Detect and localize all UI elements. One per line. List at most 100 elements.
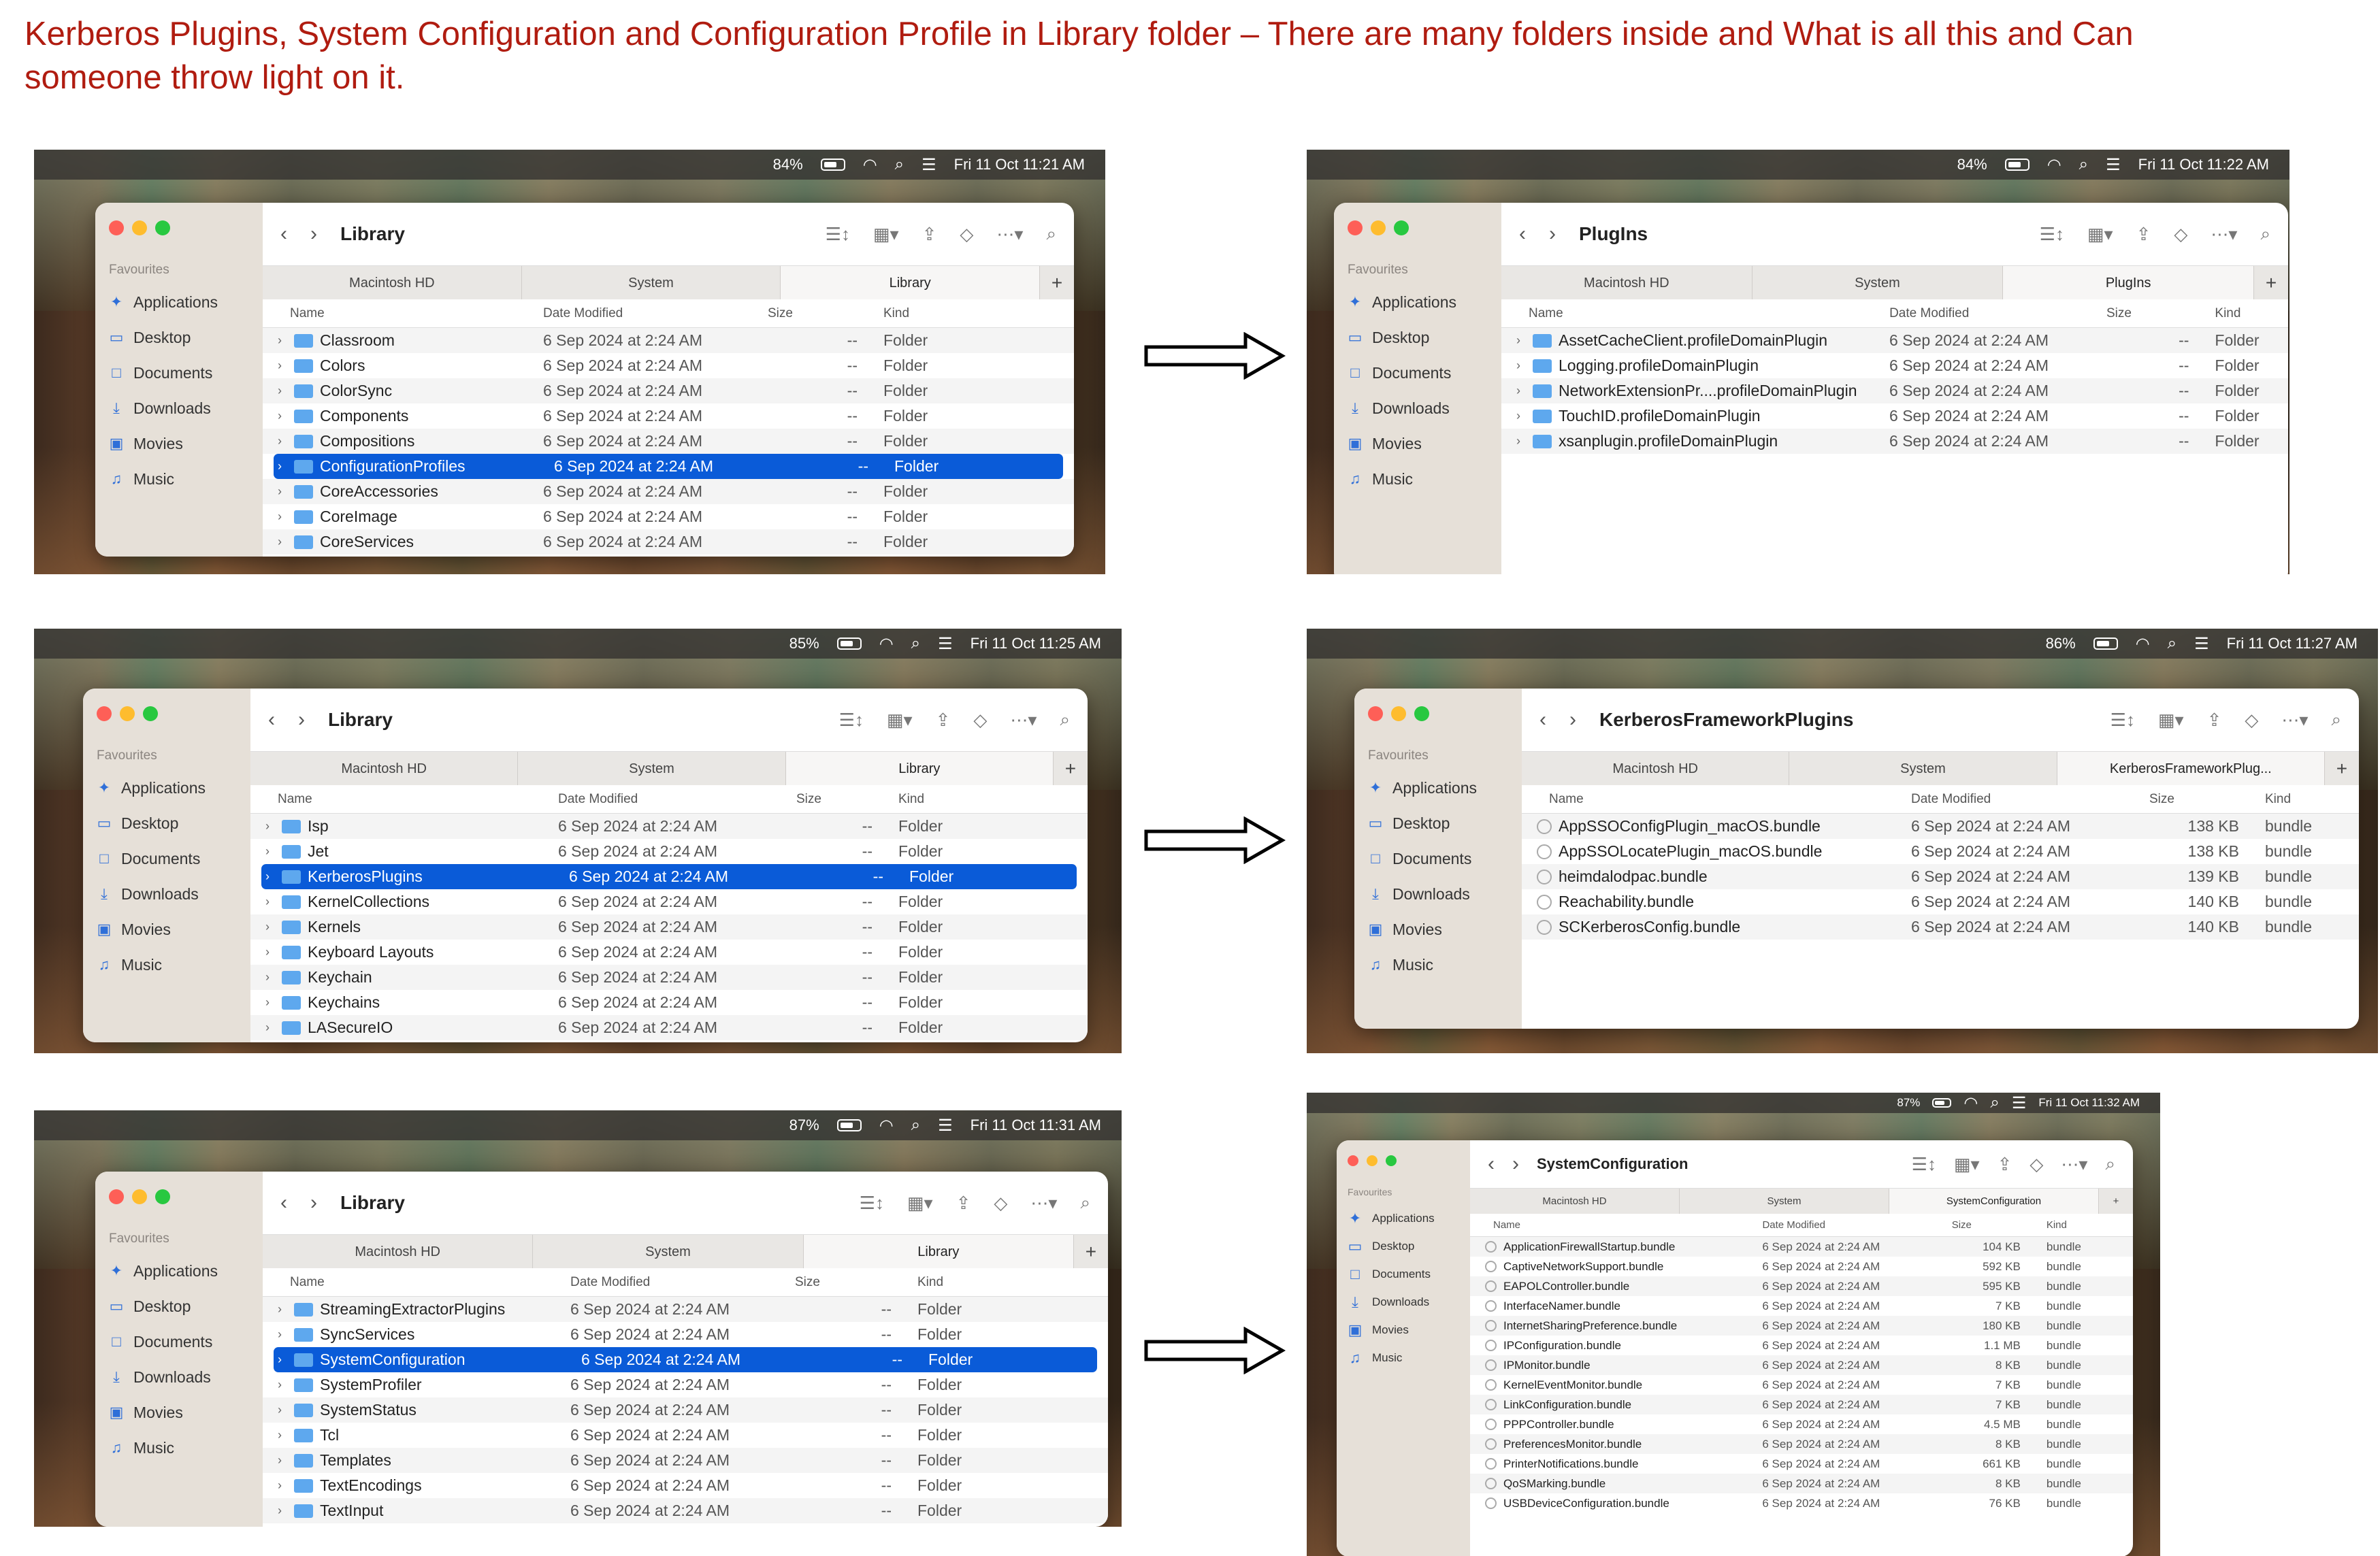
file-row[interactable]: › CoreServices 6 Sep 2024 at 2:24 AM -- Fold…	[263, 529, 1074, 554]
wifi-icon[interactable]: ◠	[1963, 1093, 1978, 1113]
column-kind[interactable]: Kind	[890, 792, 1013, 807]
file-row[interactable]: USBDeviceConfiguration.bundle 6 Sep 2024 …	[1470, 1493, 2133, 1513]
disclosure-chevron-icon[interactable]: ›	[278, 484, 287, 499]
file-row[interactable]: › SystemConfiguration 6 Sep 2024 at 2:24 A…	[274, 1347, 1097, 1372]
sidebar-item-applications[interactable]: ✦ Applications	[1348, 1204, 1459, 1232]
battery-icon[interactable]	[836, 1119, 862, 1131]
menu-bar-clock[interactable]: Fri 11 Oct 11:21 AM	[954, 156, 1085, 173]
new-tab-button[interactable]: +	[1054, 752, 1088, 785]
list-view-icon[interactable]: ☰↕	[2110, 710, 2135, 731]
back-button[interactable]: ‹	[268, 708, 275, 731]
file-row[interactable]: › TouchID.profileDomainPlugin 6 Sep 2024 a…	[1501, 403, 2288, 429]
tab-library[interactable]: Library	[781, 266, 1041, 299]
tab-macintosh-hd[interactable]: Macintosh HD	[263, 1235, 534, 1268]
file-row[interactable]: › SystemStatus 6 Sep 2024 at 2:24 AM -- Fold…	[263, 1397, 1108, 1423]
minimize-window-button[interactable]	[132, 220, 147, 235]
column-kind[interactable]: Kind	[2206, 306, 2288, 321]
wifi-icon[interactable]: ◠	[863, 155, 877, 175]
search-icon[interactable]: ⌕	[1080, 1192, 1090, 1214]
file-row[interactable]: QoSMarking.bundle 6 Sep 2024 at 2:24 AM 8 …	[1470, 1474, 2133, 1493]
sidebar-item-downloads[interactable]: ⤓ Downloads	[109, 391, 249, 426]
disclosure-chevron-icon[interactable]: ›	[265, 844, 275, 859]
sidebar-item-desktop[interactable]: ▭ Desktop	[1348, 320, 1488, 355]
file-row[interactable]: › Colors 6 Sep 2024 at 2:24 AM -- Folder	[263, 353, 1074, 378]
zoom-window-button[interactable]	[1394, 220, 1409, 235]
column-kind[interactable]: Kind	[2257, 792, 2338, 807]
column-name[interactable]: Name	[1470, 1219, 1754, 1231]
tab-macintosh-hd[interactable]: Macintosh HD	[1522, 752, 1790, 785]
tab-macintosh-hd[interactable]: Macintosh HD	[1501, 266, 1753, 299]
disclosure-chevron-icon[interactable]: ›	[1516, 359, 1526, 373]
menu-bar-clock[interactable]: Fri 11 Oct 11:27 AM	[2227, 635, 2358, 652]
disclosure-chevron-icon[interactable]: ›	[278, 1478, 287, 1493]
tag-icon[interactable]: ◇	[2029, 1154, 2043, 1175]
menu-bar-clock[interactable]: Fri 11 Oct 11:31 AM	[971, 1116, 1101, 1134]
file-row[interactable]: › TextEncodings 6 Sep 2024 at 2:24 AM -- Fol…	[263, 1473, 1108, 1498]
group-icon[interactable]: ▦▾	[2158, 710, 2184, 731]
list-view-icon[interactable]: ☰↕	[1912, 1154, 1936, 1175]
sidebar-item-movies[interactable]: ▣ Movies	[97, 912, 237, 947]
share-icon[interactable]: ⇪	[936, 710, 951, 731]
file-row[interactable]: AppSSOConfigPlugin_macOS.bundle 6 Sep 202…	[1522, 814, 2359, 839]
sidebar-item-desktop[interactable]: ▭ Desktop	[109, 1289, 249, 1324]
more-actions-icon[interactable]: ⋯▾	[996, 224, 1023, 245]
file-row[interactable]: › xsanplugin.profileDomainPlugin 6 Sep 202…	[1501, 429, 2288, 454]
new-tab-button[interactable]: +	[2254, 266, 2288, 299]
more-actions-icon[interactable]: ⋯▾	[1030, 1193, 1057, 1214]
close-window-button[interactable]	[1368, 706, 1383, 721]
disclosure-chevron-icon[interactable]: ›	[278, 459, 287, 474]
sidebar-item-movies[interactable]: ▣ Movies	[109, 1395, 249, 1430]
sidebar-item-desktop[interactable]: ▭ Desktop	[97, 806, 237, 841]
share-icon[interactable]: ⇪	[2207, 710, 2222, 731]
file-row[interactable]: › CoreAccessories 6 Sep 2024 at 2:24 AM -- F…	[263, 479, 1074, 504]
battery-icon[interactable]	[1932, 1098, 1952, 1108]
disclosure-chevron-icon[interactable]: ›	[278, 1327, 287, 1342]
group-icon[interactable]: ▦▾	[907, 1193, 933, 1214]
sidebar-item-documents[interactable]: □ Documents	[97, 841, 237, 876]
file-row[interactable]: ApplicationFirewallStartup.bundle 6 Sep 2…	[1470, 1237, 2133, 1257]
tab-library[interactable]: Library	[803, 1235, 1074, 1268]
forward-button[interactable]: ›	[1569, 708, 1576, 731]
sidebar-item-desktop[interactable]: ▭ Desktop	[1348, 1232, 1459, 1260]
spotlight-search-icon[interactable]: ⌕	[911, 634, 920, 653]
disclosure-chevron-icon[interactable]: ›	[278, 434, 287, 448]
sidebar-item-music[interactable]: ♫ Music	[1348, 1344, 1459, 1372]
control-center-icon[interactable]: ☰	[2194, 634, 2209, 654]
sidebar-item-music[interactable]: ♫ Music	[109, 1430, 249, 1466]
control-center-icon[interactable]: ☰	[938, 634, 953, 654]
file-row[interactable]: PPPController.bundle 6 Sep 2024 at 2:24 A…	[1470, 1414, 2133, 1434]
share-icon[interactable]: ⇪	[922, 224, 937, 245]
column-name[interactable]: Name	[1501, 306, 1881, 321]
file-row[interactable]: AppSSOLocatePlugin_macOS.bundle 6 Sep 202…	[1522, 839, 2359, 864]
sidebar-item-downloads[interactable]: ⤓ Downloads	[109, 1359, 249, 1395]
tab-system[interactable]: System	[1753, 266, 2004, 299]
file-row[interactable]: IPMonitor.bundle 6 Sep 2024 at 2:24 AM 8 K…	[1470, 1355, 2133, 1375]
back-button[interactable]: ‹	[280, 1191, 287, 1214]
zoom-window-button[interactable]	[1386, 1155, 1397, 1166]
file-row[interactable]: › SystemProfiler 6 Sep 2024 at 2:24 AM -- Fo…	[263, 1372, 1108, 1397]
list-view-icon[interactable]: ☰↕	[860, 1193, 884, 1214]
search-icon[interactable]: ⌕	[1060, 709, 1070, 731]
file-row[interactable]: LinkConfiguration.bundle 6 Sep 2024 at 2:…	[1470, 1395, 2133, 1414]
file-row[interactable]: PrinterNotifications.bundle 6 Sep 2024 at…	[1470, 1454, 2133, 1474]
file-row[interactable]: › Keychain 6 Sep 2024 at 2:24 AM -- Folder	[250, 965, 1088, 990]
new-tab-button[interactable]: +	[1040, 266, 1074, 299]
search-icon[interactable]: ⌕	[2331, 709, 2341, 731]
disclosure-chevron-icon[interactable]: ›	[278, 1302, 287, 1317]
sidebar-item-applications[interactable]: ✦ Applications	[1348, 284, 1488, 320]
column-size[interactable]: Size	[2098, 306, 2206, 321]
sidebar-item-movies[interactable]: ▣ Movies	[1348, 426, 1488, 461]
sidebar-item-downloads[interactable]: ⤓ Downloads	[1348, 391, 1488, 426]
sidebar-item-movies[interactable]: ▣ Movies	[1368, 912, 1508, 947]
file-row[interactable]: › CoreImage 6 Sep 2024 at 2:24 AM -- Folder	[263, 504, 1074, 529]
disclosure-chevron-icon[interactable]: ›	[265, 995, 275, 1010]
disclosure-chevron-icon[interactable]: ›	[278, 359, 287, 373]
file-row[interactable]: › TextInput 6 Sep 2024 at 2:24 AM -- Folder	[263, 1498, 1108, 1523]
tag-icon[interactable]: ◇	[2245, 710, 2258, 731]
disclosure-chevron-icon[interactable]: ›	[265, 945, 275, 959]
spotlight-search-icon[interactable]: ⌕	[895, 155, 904, 174]
sidebar-item-applications[interactable]: ✦ Applications	[109, 284, 249, 320]
sidebar-item-downloads[interactable]: ⤓ Downloads	[97, 876, 237, 912]
close-window-button[interactable]	[109, 1189, 124, 1204]
file-row[interactable]: › LASecureIO 6 Sep 2024 at 2:24 AM -- Folder	[250, 1015, 1088, 1040]
